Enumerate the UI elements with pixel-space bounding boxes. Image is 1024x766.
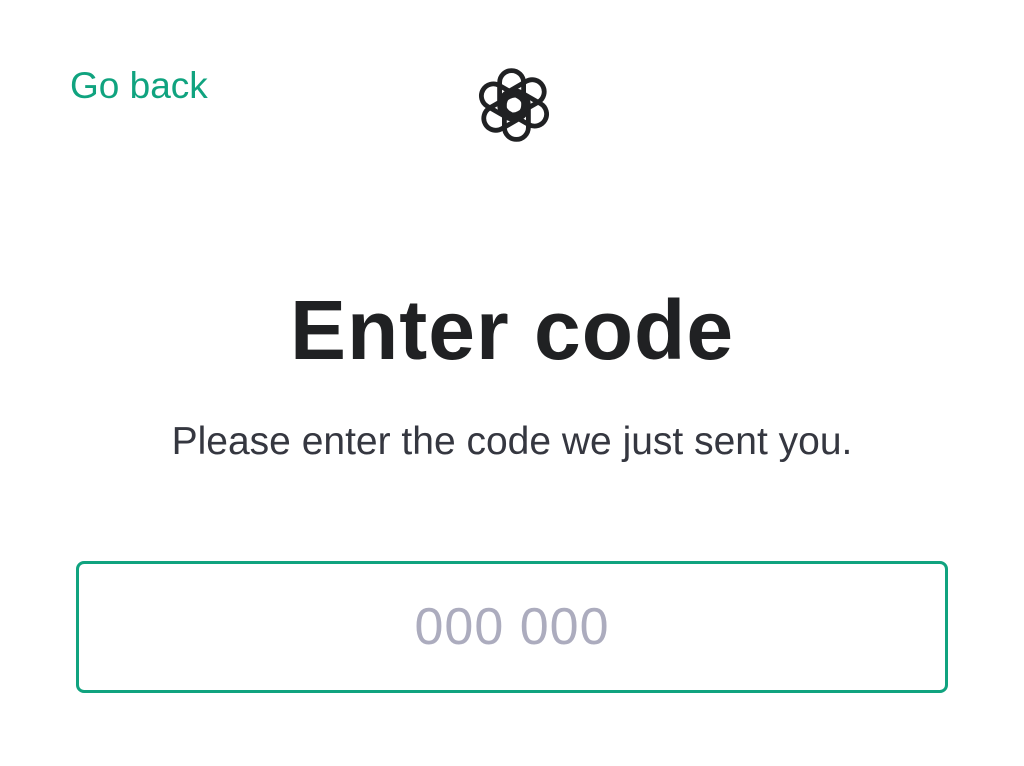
go-back-link[interactable]: Go back: [70, 64, 208, 108]
page-title: Enter code: [289, 283, 735, 377]
page-subtitle: Please enter the code we just sent you.: [171, 420, 853, 463]
code-field-container[interactable]: [76, 561, 948, 693]
verification-code-input[interactable]: [79, 564, 945, 690]
openai-logo-icon: [470, 61, 558, 149]
